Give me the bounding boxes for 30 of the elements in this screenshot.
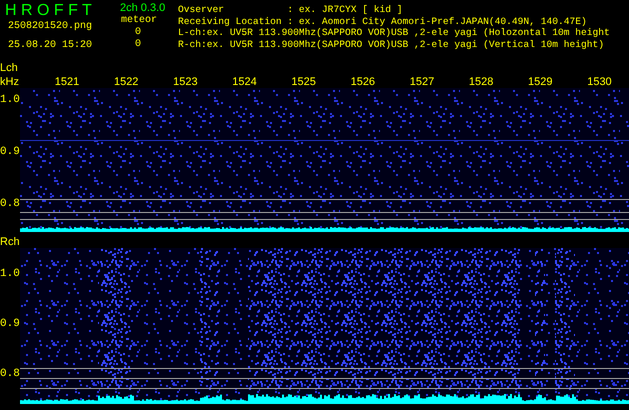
frequency-label: 1524 — [231, 76, 258, 88]
unit-label: kHz — [0, 76, 20, 88]
frequency-label: 1523 — [172, 76, 199, 88]
frequency-label: 1522 — [112, 76, 140, 88]
y-axis-label: 1.0 — [0, 94, 20, 106]
frequency-label: 1528 — [468, 76, 494, 88]
y-axis-label: 0.9 — [0, 146, 20, 158]
channel-label: Rch — [0, 236, 20, 248]
info-line: L-ch:ex. UV5R 113.900Mhz(SAPPORO VOR)USB ,2-ele yagi (Holozontal 10m height — [178, 27, 610, 38]
y-axis-label: 0.9 — [0, 318, 20, 330]
app-title: H R O F F T — [5, 2, 93, 20]
y-axis-label: 1.0 — [0, 268, 20, 280]
frequency-label: 1530 — [586, 76, 613, 88]
channel-label: Lch — [0, 62, 18, 74]
file-name: 2508201520.png — [7, 20, 94, 34]
y-axis-label: 0.8 — [0, 368, 20, 380]
counter-label: meteor — [120, 15, 158, 27]
frequency-label: 1527 — [408, 76, 436, 88]
version-label: 2ch 0.3.0 — [120, 2, 166, 15]
frequency-label: 1529 — [527, 76, 554, 88]
frequency-label: 1521 — [54, 76, 80, 88]
info-line: R-ch:ex. UV5R 113.900Mhz(SAPPORO VOR)USB ,2-ele yagi (Vertical 10m height) — [178, 38, 606, 50]
meteor-count: 0 — [134, 39, 142, 51]
meteor-count: 0 — [134, 27, 142, 39]
y-axis-label: 0.8 — [0, 198, 20, 210]
info-line: Ovserver : ex. JR7CYX [ kid ] — [178, 4, 404, 16]
info-line: Receiving Location : ex. Aomori City Aomori-Pref.JAPAN(40.49N, 140.47E) — [178, 16, 588, 27]
timestamp: 25.08.20 15:20 — [7, 39, 94, 53]
frequency-label: 1526 — [350, 76, 376, 88]
frequency-label: 1525 — [290, 76, 317, 88]
